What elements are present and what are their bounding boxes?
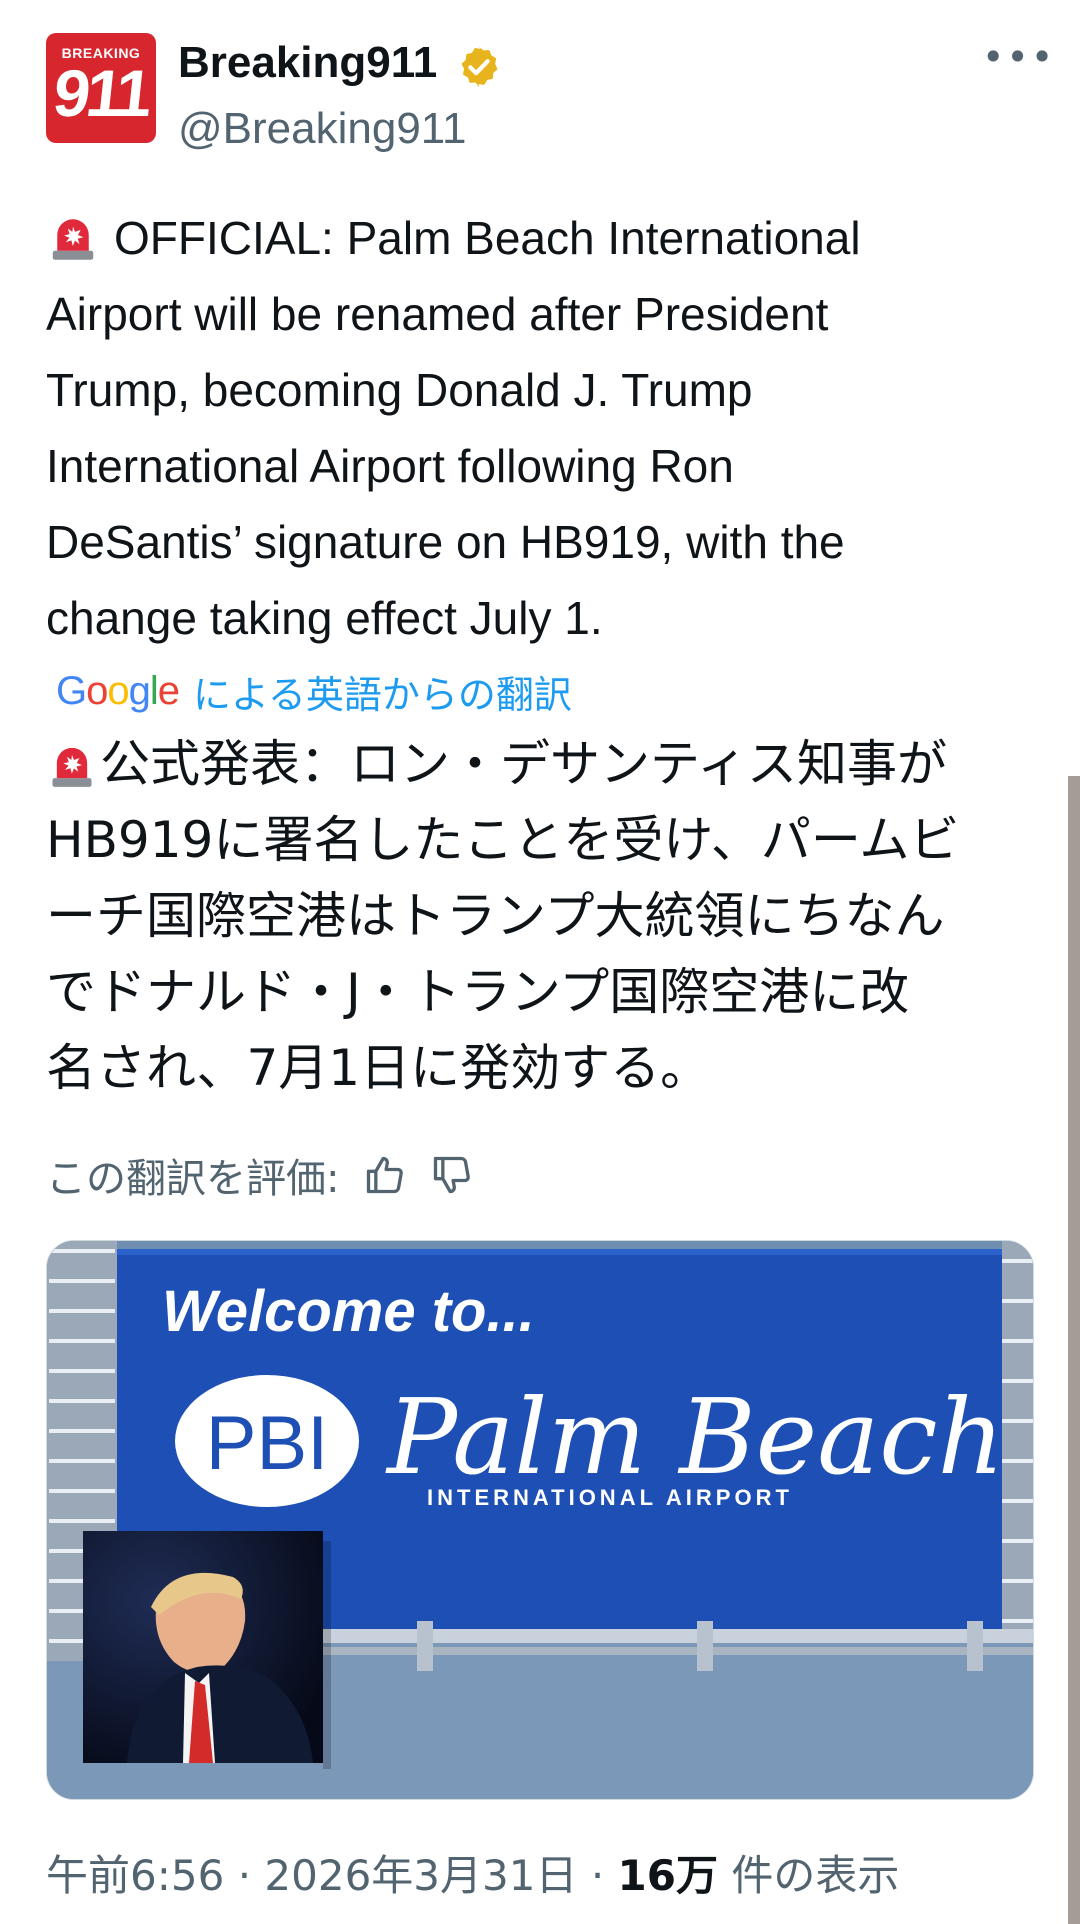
translated-text: 公式発表：ロン・デサンティス知事が HB919に署名したことを受け、パームビ ーチ国… bbox=[46, 726, 1046, 1106]
post-text-line: DeSantis’ signature on HB919, with the bbox=[46, 516, 845, 568]
user-handle[interactable]: @Breaking911 bbox=[178, 104, 466, 154]
translated-text-line: 名され、7月1日に発効する。 bbox=[46, 1039, 711, 1097]
rate-translation: この翻訳を評価: bbox=[46, 1146, 474, 1206]
sign-name-text: Palm Beach bbox=[385, 1376, 1004, 1498]
post-text-line: change taking effect July 1. bbox=[46, 592, 603, 644]
siren-icon bbox=[52, 747, 92, 787]
post-text-line: International Airport following Ron bbox=[46, 440, 734, 492]
translated-text-line: ーチ国際空港はトランプ大統領にちなん bbox=[46, 887, 945, 945]
thumbs-down-icon[interactable] bbox=[430, 1153, 474, 1197]
translated-text-line: でドナルド・J・トランプ国際空港に改 bbox=[46, 963, 910, 1021]
avatar[interactable]: BREAKING 911 bbox=[46, 33, 156, 143]
post-text-line: Airport will be renamed after President bbox=[46, 288, 829, 340]
thumbs-up-icon[interactable] bbox=[363, 1153, 407, 1197]
post-media-image[interactable]: Welcome to... PBI Palm Beach INTERNATION… bbox=[46, 1240, 1034, 1800]
post-text-line: Trump, becoming Donald J. Trump bbox=[46, 364, 753, 416]
translation-label[interactable]: による英語からの翻訳 bbox=[193, 673, 572, 717]
post-meta: 午前6:56 · 2026年3月31日 · 16万 件の表示 bbox=[46, 1842, 899, 1903]
rate-translation-label: この翻訳を評価: bbox=[46, 1156, 340, 1202]
sign-logo-text: PBI bbox=[206, 1401, 329, 1486]
sign-welcome-text: Welcome to... bbox=[162, 1279, 535, 1344]
meta-separator: · bbox=[237, 1851, 252, 1900]
post-text-line: OFFICIAL: Palm Beach International bbox=[114, 212, 861, 264]
post-date[interactable]: 2026年3月31日 bbox=[264, 1851, 577, 1900]
sign-subtitle-text: INTERNATIONAL AIRPORT bbox=[427, 1485, 793, 1510]
post-text: OFFICIAL: Palm Beach International Airpor… bbox=[46, 200, 1046, 656]
views-label: 件の表示 bbox=[718, 1851, 900, 1900]
scrollbar[interactable] bbox=[1068, 776, 1080, 1924]
more-options-icon[interactable]: ••• bbox=[982, 38, 1053, 78]
post-time[interactable]: 午前6:56 bbox=[46, 1851, 224, 1900]
post-header: BREAKING 911 Breaking911 @Breaking911 ••… bbox=[0, 0, 1080, 180]
avatar-number: 911 bbox=[49, 56, 153, 130]
siren-icon bbox=[52, 219, 94, 260]
airport-sign-image: Welcome to... PBI Palm Beach INTERNATION… bbox=[47, 1241, 1033, 1799]
google-logo: Google bbox=[56, 669, 180, 713]
translated-text-line: HB919に署名したことを受け、パームビ bbox=[46, 811, 960, 869]
verified-badge-icon bbox=[461, 46, 498, 88]
views-count: 16万 bbox=[617, 1851, 718, 1900]
translation-attribution[interactable]: Google による英語からの翻訳 bbox=[56, 664, 572, 717]
display-name[interactable]: Breaking911 bbox=[178, 38, 437, 88]
meta-separator: · bbox=[590, 1851, 605, 1900]
translated-text-line: 公式発表：ロン・デサンティス知事が bbox=[100, 735, 947, 793]
